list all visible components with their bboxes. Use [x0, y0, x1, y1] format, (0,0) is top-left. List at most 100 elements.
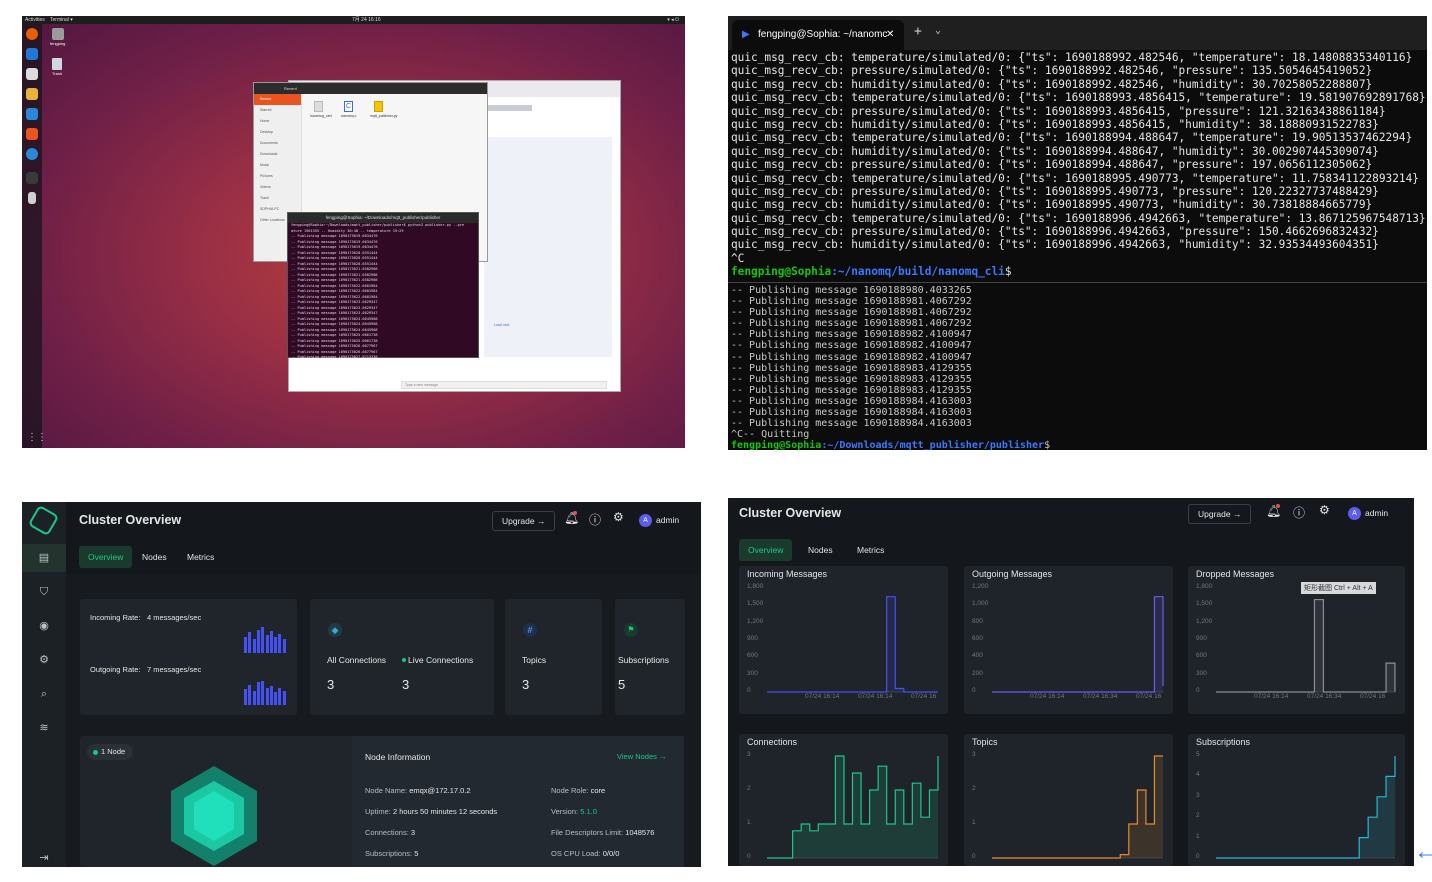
dashboard-icon[interactable]: ▤	[37, 551, 51, 565]
terminal-line: quic_msg_recv_cb: pressure/simulated/0: …	[731, 225, 1379, 239]
terminal-line: -- Publishing message 1690188984.4163003	[731, 418, 972, 430]
user-name[interactable]: admin	[656, 515, 679, 525]
help-icon[interactable]	[26, 148, 38, 160]
user-name[interactable]: admin	[1365, 508, 1388, 518]
c-file-icon[interactable]: C	[344, 101, 353, 112]
prompt-line: fengping@Sophia:~/nanomq/build/nanomq_cl…	[731, 265, 1012, 279]
files-icon[interactable]	[26, 68, 38, 80]
clock[interactable]: 7月 24 16:16	[352, 16, 381, 24]
cog-nav-icon[interactable]: ⚙	[37, 653, 51, 667]
file-label: incoming_cert	[310, 114, 332, 118]
tab-overview[interactable]: Overview	[79, 546, 133, 568]
sidebar-item-starred[interactable]: Starred	[254, 105, 301, 116]
help-icon[interactable]: ⓘ	[1293, 504, 1305, 521]
sidebar-item-music[interactable]: Music	[254, 160, 301, 171]
settings-icon[interactable]: ⚙	[1319, 503, 1330, 517]
terminal-icon[interactable]	[26, 172, 38, 184]
files-title: Recent	[284, 86, 297, 91]
terminal-line: quic_msg_recv_cb: temperature/simulated/…	[731, 91, 1426, 105]
system-tray-icon[interactable]: ▾ ◂ ⏻	[667, 16, 679, 24]
sidebar-item-home[interactable]: Home	[254, 116, 301, 127]
new-tab-icon[interactable]: +	[914, 24, 922, 39]
tab-metrics[interactable]: Metrics	[857, 545, 884, 555]
sidebar-item-downloads[interactable]: Downloads	[254, 149, 301, 160]
diagnose-icon[interactable]: ⌕	[37, 687, 51, 701]
message-input[interactable]: Type a new message	[401, 381, 607, 389]
back-arrow-icon[interactable]: ←	[1414, 840, 1432, 864]
activities-button[interactable]: Activities	[25, 16, 45, 24]
close-tab-icon[interactable]: ✕	[886, 20, 894, 50]
terminal-screenshot: ▶ fengping@Sophia: ~/nanomc ✕ + ⌄ quic_m…	[728, 16, 1427, 450]
sidebar-item-videos[interactable]: Videos	[254, 182, 301, 193]
terminal-line: quic_msg_recv_cb: temperature/simulated/…	[731, 211, 1426, 225]
terminal-line: -- Publishing message 1690188982.4100947	[731, 351, 972, 363]
app-menu[interactable]: Terminal ▾	[50, 16, 73, 24]
node-name-label: Node Name:	[365, 786, 408, 795]
tab-overview[interactable]: Overview	[739, 539, 793, 561]
browser-url-bar[interactable]	[484, 105, 532, 111]
page-title: Cluster Overview	[739, 506, 842, 520]
rate-bar	[252, 638, 256, 653]
upgrade-button[interactable]: Upgrade →	[1188, 504, 1252, 524]
node-role-value: core	[590, 786, 606, 795]
app-grid-icon[interactable]: ⋮⋮	[27, 432, 47, 443]
terminal-line: quic_msg_recv_cb: temperature/simulated/…	[731, 171, 1419, 185]
sidebar-item-desktop[interactable]: Desktop	[254, 127, 301, 138]
layers-icon[interactable]: ≋	[37, 721, 51, 735]
rhythmbox-icon[interactable]	[26, 88, 38, 100]
chart-plot[interactable]	[1188, 734, 1405, 866]
avatar[interactable]: A	[639, 514, 652, 527]
series-area	[992, 596, 1163, 692]
load-next-link[interactable]: Load next	[494, 323, 509, 327]
shield-icon[interactable]: ⛉	[37, 585, 51, 599]
tab-metrics[interactable]: Metrics	[187, 552, 214, 562]
prompt-line: fengping@Sophia:~/Downloads/mqtt_publish…	[731, 440, 1051, 450]
home-folder-icon[interactable]	[52, 28, 64, 40]
collapse-icon[interactable]: ⇥	[37, 851, 51, 865]
rate-bar	[282, 638, 286, 653]
live-connections-value: 3	[402, 677, 410, 692]
chart-plot[interactable]	[739, 734, 948, 866]
terminal-line: quic_msg_recv_cb: temperature/simulated/…	[731, 51, 1413, 64]
terminal-tabbar: ▶ fengping@Sophia: ~/nanomc ✕ + ⌄	[728, 16, 1427, 50]
topics-card: # Topics 3	[505, 599, 602, 715]
python-file-icon[interactable]	[374, 101, 383, 112]
avatar[interactable]: A	[1348, 507, 1361, 520]
cluster-overview-screenshot: ▤ ⛉ ◉ ⚙ ⌕ ≋ ⇥ Cluster Overview Upgrade →…	[22, 502, 701, 867]
thunderbird-icon[interactable]	[26, 48, 38, 60]
sidebar-item-trash[interactable]: Trash	[254, 193, 301, 204]
outgoing-rate-value: 7 messages/sec	[147, 665, 202, 674]
firefox-icon[interactable]	[26, 28, 38, 40]
file-label: mqtt_publisher.py	[370, 114, 398, 118]
plug-icon[interactable]: ◉	[37, 619, 51, 633]
pane-divider[interactable]	[728, 282, 1427, 283]
settings-icon[interactable]: ⚙	[613, 510, 624, 524]
software-icon[interactable]	[26, 128, 38, 140]
help-icon[interactable]: ⓘ	[589, 511, 601, 528]
terminal-tab[interactable]: ▶ fengping@Sophia: ~/nanomc ✕	[732, 20, 904, 50]
chart-plot[interactable]	[739, 566, 948, 714]
usb-drive-icon[interactable]	[28, 192, 36, 204]
tab-nodes[interactable]: Nodes	[808, 545, 833, 555]
node-hexagon-icon[interactable]	[164, 761, 264, 867]
terminal-window[interactable]: fengping@Sophia: ~/Downloads/mqtt_publis…	[287, 212, 479, 359]
hash-icon: #	[523, 623, 537, 637]
chevron-down-icon[interactable]: ⌄	[935, 25, 941, 36]
live-dot	[402, 658, 406, 662]
sidebar-item-documents[interactable]: Documents	[254, 138, 301, 149]
tabs: Overview Nodes Metrics	[739, 539, 939, 563]
trash-icon[interactable]	[52, 58, 62, 70]
outgoing-rate-label: Outgoing Rate:	[90, 665, 141, 674]
sidebar-item-pictures[interactable]: Pictures	[254, 171, 301, 182]
chart-plot[interactable]	[964, 734, 1173, 866]
sidebar-item-recent[interactable]: Recent	[254, 94, 301, 105]
writer-icon[interactable]	[26, 108, 38, 120]
terminal-line: quic_msg_recv_cb: humidity/simulated/0: …	[731, 117, 1379, 131]
tab-nodes[interactable]: Nodes	[142, 552, 167, 562]
rate-bar	[269, 630, 273, 653]
view-nodes-link[interactable]: View Nodes →	[617, 752, 666, 761]
file-icon[interactable]	[314, 101, 323, 112]
chart-plot[interactable]	[964, 566, 1173, 714]
upgrade-button[interactable]: Upgrade →	[492, 511, 556, 531]
ubuntu-desktop-screenshot: Activities Terminal ▾ 7月 24 16:16 ▾ ◂ ⏻ …	[22, 16, 685, 448]
